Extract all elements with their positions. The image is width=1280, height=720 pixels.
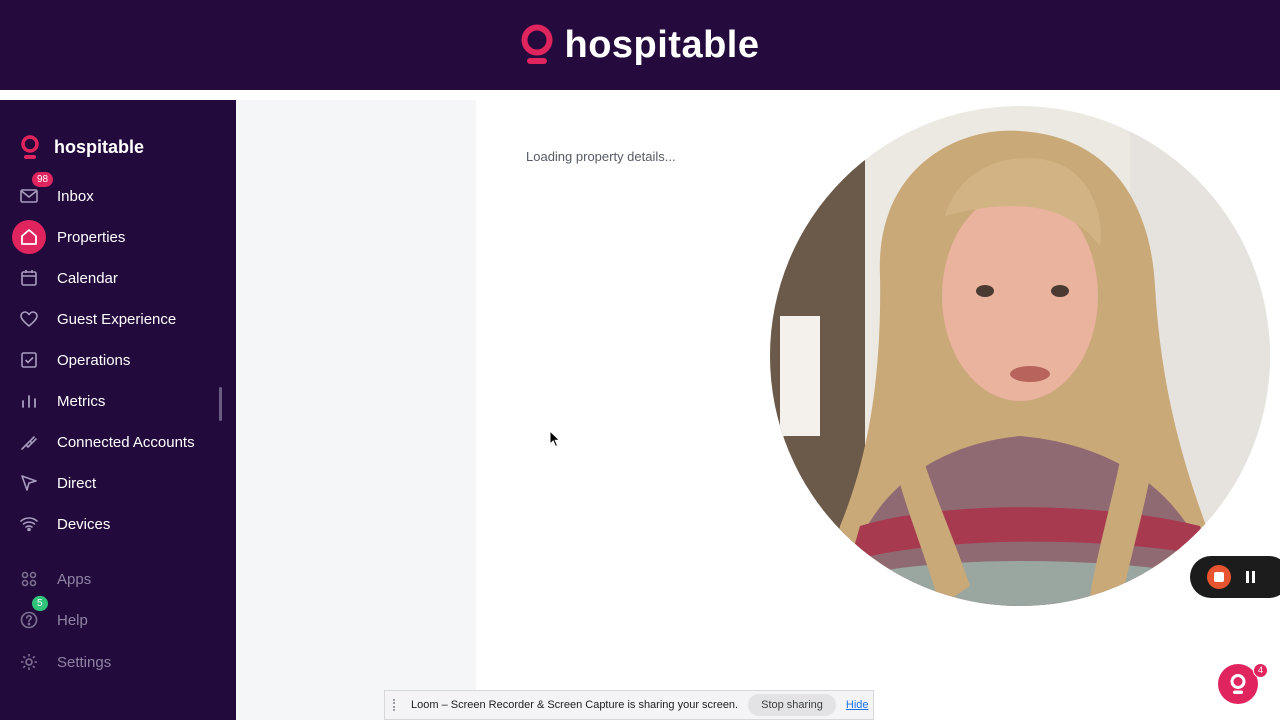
calendar-icon: [12, 261, 46, 295]
sidebar: hospitable 98 Inbox Properties Calendar …: [0, 100, 236, 720]
mouse-cursor-icon: [549, 430, 561, 448]
checkbox-icon: [12, 343, 46, 377]
pause-recording-button[interactable]: [1246, 571, 1258, 583]
sidebar-item-label: Direct: [57, 474, 97, 492]
hide-link[interactable]: Hide: [846, 699, 869, 711]
help-icon: 5: [12, 596, 48, 637]
help-badge: 5: [32, 596, 48, 611]
sidebar-item-help[interactable]: 5 Help: [12, 596, 232, 637]
header-divider: [0, 90, 1280, 100]
hospitable-logo-icon: [521, 24, 553, 64]
sidebar-item-label: Inbox: [57, 187, 94, 205]
sidebar-item-label: Calendar: [57, 269, 118, 287]
sidebar-item-settings[interactable]: Settings: [12, 645, 232, 679]
bar-chart-icon: [12, 384, 46, 418]
home-icon: [12, 220, 46, 254]
sidebar-item-direct[interactable]: Direct: [12, 466, 232, 500]
screen-share-message: Loom – Screen Recorder & Screen Capture …: [411, 699, 739, 711]
sidebar-item-inbox[interactable]: 98 Inbox: [12, 172, 232, 213]
apps-grid-icon: [12, 562, 46, 596]
stop-sharing-button[interactable]: Stop sharing: [748, 694, 836, 716]
top-header: hospitable: [0, 0, 1280, 90]
hospitable-logo-icon: [1230, 674, 1246, 694]
webcam-video: [770, 106, 1270, 606]
inbox-badge: 98: [32, 172, 54, 187]
sidebar-item-label: Settings: [57, 653, 112, 671]
sidebar-item-properties[interactable]: Properties: [12, 220, 232, 254]
sidebar-item-label: Help: [57, 611, 88, 629]
sidebar-item-label: Guest Experience: [57, 310, 177, 328]
sidebar-logo[interactable]: hospitable: [20, 134, 144, 160]
hospitable-logo-icon: [21, 135, 39, 159]
sidebar-item-connected-accounts[interactable]: Connected Accounts: [12, 425, 232, 459]
help-chat-badge: 4: [1253, 663, 1268, 678]
screen-share-bar: Loom – Screen Recorder & Screen Capture …: [384, 690, 874, 720]
sidebar-item-label: Connected Accounts: [57, 433, 195, 451]
webcam-bubble[interactable]: [770, 106, 1270, 606]
mail-icon: 98: [12, 172, 54, 213]
sidebar-item-operations[interactable]: Operations: [12, 343, 232, 377]
help-chat-button[interactable]: [1218, 664, 1258, 704]
plug-icon: [12, 425, 46, 459]
sidebar-scrollbar[interactable]: [219, 387, 222, 421]
sidebar-item-apps[interactable]: Apps: [12, 562, 232, 596]
stop-icon: [1214, 572, 1224, 582]
gear-icon: [12, 645, 46, 679]
stop-recording-button[interactable]: [1207, 565, 1231, 589]
sidebar-item-label: Operations: [57, 351, 131, 369]
wifi-icon: [12, 507, 46, 541]
sidebar-brand-name: hospitable: [54, 136, 145, 157]
recording-controls: [1190, 556, 1280, 598]
sidebar-item-label: Metrics: [57, 392, 106, 410]
pause-icon: [1246, 571, 1249, 583]
heart-icon: [12, 302, 46, 336]
pause-icon-bar: [1252, 571, 1255, 583]
drag-handle-icon[interactable]: [393, 699, 401, 711]
sidebar-item-calendar[interactable]: Calendar: [12, 261, 232, 295]
header-logo: hospitable: [520, 23, 759, 67]
sidebar-item-label: Devices: [57, 515, 111, 533]
loading-text: Loading property details...: [526, 149, 676, 164]
send-icon: [12, 466, 46, 500]
sidebar-item-guest-experience[interactable]: Guest Experience: [12, 302, 232, 336]
sidebar-item-metrics[interactable]: Metrics: [12, 384, 232, 418]
content-side-panel: [236, 100, 476, 720]
sidebar-item-label: Apps: [57, 570, 92, 588]
header-brand-name: hospitable: [564, 23, 760, 66]
sidebar-item-label: Properties: [57, 228, 126, 246]
sidebar-item-devices[interactable]: Devices: [12, 507, 232, 541]
